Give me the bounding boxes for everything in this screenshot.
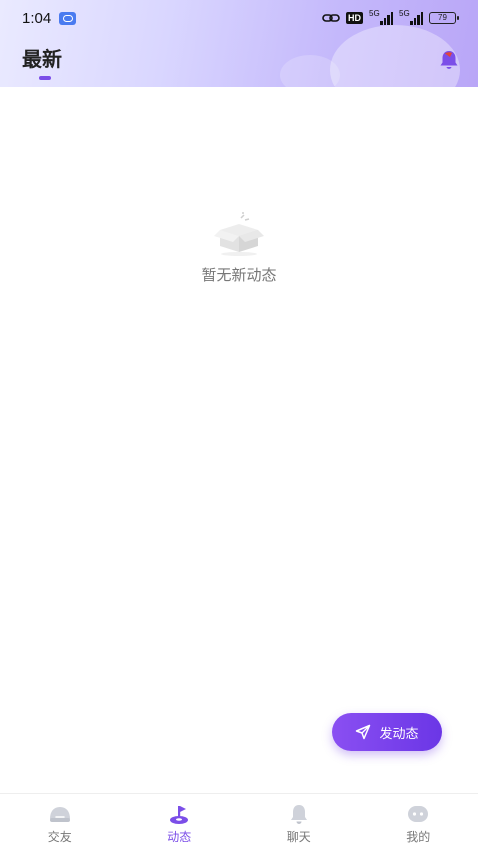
send-icon [356, 724, 371, 740]
empty-state-message: 暂无新动态 [201, 266, 277, 284]
tab-friends[interactable]: 交友 [0, 794, 120, 850]
notification-button[interactable] [436, 47, 462, 73]
post-moment-button[interactable]: 发动态 [332, 713, 442, 751]
status-bar: 1:04 HD 5G 5G 79 [0, 0, 478, 36]
bell-icon [440, 51, 458, 69]
chat-bell-icon [290, 805, 307, 824]
tab-profile[interactable]: 我的 [359, 794, 478, 850]
profile-icon [408, 806, 429, 822]
empty-box-icon [214, 212, 264, 256]
moments-icon [170, 806, 189, 824]
status-indicators: HD 5G 5G 79 [322, 9, 459, 25]
bottom-tab-bar: 交友 动态 聊天 我的 [0, 793, 478, 850]
tab-profile-label: 我的 [406, 830, 431, 844]
tab-moments[interactable]: 动态 [120, 794, 240, 850]
battery-icon: 79 [429, 12, 459, 24]
header-decoration [280, 55, 340, 87]
friends-icon [49, 807, 70, 822]
tab-chat-label: 聊天 [286, 830, 311, 844]
page-title[interactable]: 最新 [22, 43, 62, 72]
tab-moments-label: 动态 [167, 830, 192, 844]
signal-label: 5G [399, 9, 410, 18]
app-notification-icon [59, 11, 77, 25]
active-tab-indicator [39, 76, 51, 80]
post-moment-label: 发动态 [379, 726, 419, 742]
tab-friends-label: 交友 [47, 830, 72, 844]
hd-badge: HD [346, 12, 363, 24]
signal-label: 5G [369, 9, 380, 18]
tab-chat[interactable]: 聊天 [239, 794, 359, 850]
signal-icon: 5G [369, 9, 393, 25]
status-time: 1:04 [22, 9, 52, 27]
signal-icon: 5G [399, 9, 423, 25]
link-icon [322, 14, 340, 22]
header: 1:04 HD 5G 5G 79 最新 [0, 0, 478, 87]
